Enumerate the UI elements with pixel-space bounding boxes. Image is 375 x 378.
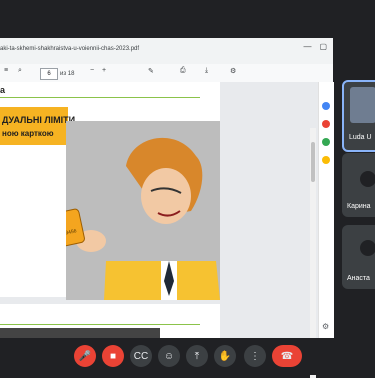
- present-icon[interactable]: ⤒: [186, 345, 208, 367]
- raise-hand-icon[interactable]: ✋: [214, 345, 236, 367]
- draw-icon[interactable]: ✎: [148, 67, 154, 75]
- participant-tile[interactable]: Карина: [342, 153, 375, 217]
- pdf-page: а ДУАЛЬНІ ЛІМІТИ ною карткою: [0, 82, 220, 336]
- meet-top-bar: [0, 0, 375, 38]
- page-total: из 18: [60, 71, 75, 77]
- browser-address-bar[interactable]: aki-ta-skhemi-shakhraistva-u-voiennii-ch…: [0, 38, 333, 65]
- sidebar-icon[interactable]: [322, 102, 330, 110]
- zoom-in-icon[interactable]: +: [102, 67, 106, 74]
- captions-icon[interactable]: CC: [130, 345, 152, 367]
- banner: ДУАЛЬНІ ЛІМІТИ ною карткою: [0, 107, 75, 145]
- video-thumbnail: [350, 87, 375, 123]
- pdf-page: [0, 304, 220, 338]
- divider: [0, 324, 200, 325]
- settings-icon[interactable]: ⚙: [322, 322, 329, 331]
- participant-name: Анаста: [347, 275, 370, 282]
- participant-tile[interactable]: Luda U: [342, 80, 375, 152]
- shared-screen-browser: aki-ta-skhemi-shakhraistva-u-voiennii-ch…: [0, 38, 334, 378]
- sidebar-icon[interactable]: [322, 156, 330, 164]
- print-icon[interactable]: ⎙: [180, 67, 186, 75]
- divider: [0, 97, 200, 98]
- comic-illustration: 1234 5678 9012 3456: [19, 121, 220, 300]
- banner-subtitle: ною карткою: [2, 129, 54, 138]
- avatar: [360, 171, 375, 187]
- zoom-out-icon[interactable]: −: [90, 67, 94, 74]
- menu-icon[interactable]: ≡: [4, 67, 8, 74]
- sidebar-icon[interactable]: [322, 120, 330, 128]
- camera-off-icon[interactable]: ■: [102, 345, 124, 367]
- page-number-input[interactable]: 6: [40, 68, 58, 80]
- sidebar-icon[interactable]: [322, 138, 330, 146]
- save-icon[interactable]: ⤓: [205, 67, 208, 75]
- more-icon[interactable]: ⋮: [244, 345, 266, 367]
- participant-tile[interactable]: Анаста: [342, 225, 375, 289]
- page-heading: а: [0, 85, 6, 95]
- page-image: [0, 328, 160, 338]
- window-controls: — ▢: [303, 42, 327, 51]
- emoji-icon[interactable]: ☺: [158, 345, 180, 367]
- participant-name: Карина: [347, 203, 371, 210]
- avatar: [360, 240, 375, 256]
- mic-off-icon[interactable]: 🎤: [74, 345, 96, 367]
- end-call-icon[interactable]: ☎: [272, 345, 302, 367]
- minimize-icon[interactable]: —: [303, 42, 311, 51]
- banner-title: ДУАЛЬНІ ЛІМІТИ: [2, 115, 76, 125]
- participant-name: Luda U: [349, 134, 372, 141]
- scroll-thumb[interactable]: [311, 142, 315, 182]
- pdf-viewer: а ДУАЛЬНІ ЛІМІТИ ною карткою: [0, 82, 318, 378]
- comic-man-with-card: 1234 5678 9012 3456: [19, 121, 220, 300]
- url-text[interactable]: aki-ta-skhemi-shakhraistva-u-voiennii-ch…: [0, 46, 139, 52]
- browser-sidebar: ⚙: [318, 82, 334, 338]
- settings-icon[interactable]: ⚙: [230, 67, 236, 75]
- search-icon[interactable]: ⌕: [18, 67, 22, 75]
- maximize-icon[interactable]: ▢: [319, 42, 327, 51]
